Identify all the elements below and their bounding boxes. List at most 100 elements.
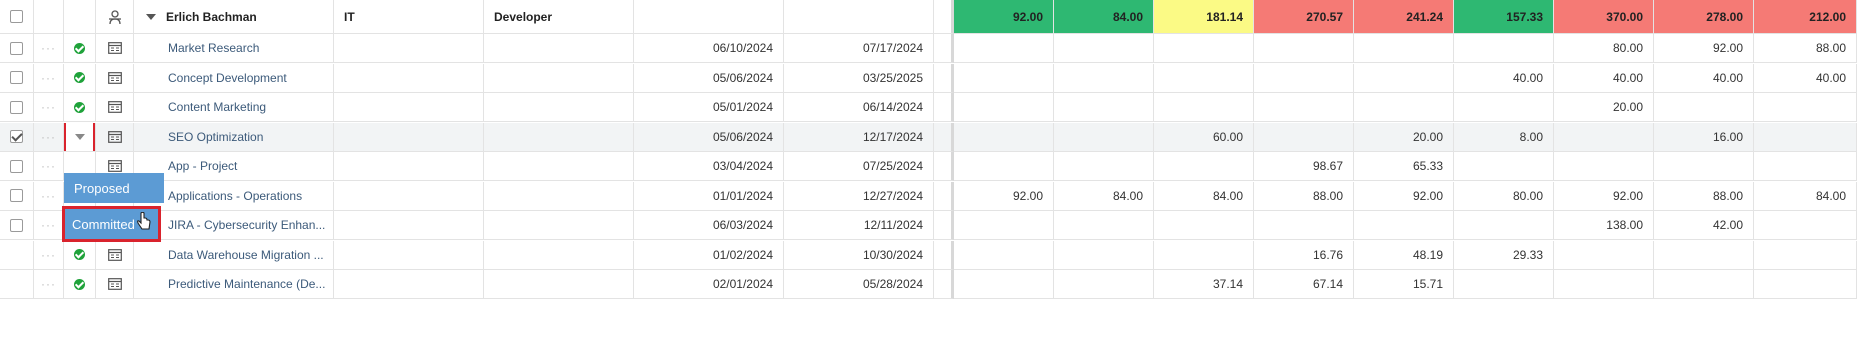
allocation-cell[interactable]: 16.76 xyxy=(1254,240,1354,270)
splitter[interactable] xyxy=(934,240,954,270)
allocation-cell[interactable]: 138.00 xyxy=(1554,211,1654,240)
allocation-cell[interactable]: 20.00 xyxy=(1354,122,1454,152)
table-row[interactable]: ··· App - Project 03/04/2024 07/25/2024 … xyxy=(0,152,1857,181)
allocation-cell[interactable] xyxy=(1254,34,1354,63)
allocation-cell[interactable] xyxy=(954,152,1054,181)
project-icon-cell[interactable] xyxy=(96,270,134,299)
allocation-cell[interactable]: 40.00 xyxy=(1754,63,1857,93)
splitter[interactable] xyxy=(934,181,954,211)
allocation-cell[interactable] xyxy=(1754,211,1857,240)
row-menu-dots[interactable]: ··· xyxy=(34,122,64,152)
row-menu-dots[interactable]: ··· xyxy=(34,211,64,240)
row-menu-dots[interactable]: ··· xyxy=(34,34,64,63)
project-card-icon[interactable] xyxy=(107,248,122,261)
allocation-cell[interactable] xyxy=(1754,122,1857,152)
allocation-cell[interactable] xyxy=(1054,211,1154,240)
project-card-icon[interactable] xyxy=(107,160,122,172)
allocation-cell[interactable] xyxy=(1454,211,1554,240)
status-cell[interactable] xyxy=(64,240,96,270)
allocation-cell[interactable]: 65.33 xyxy=(1354,152,1454,181)
project-card-icon[interactable] xyxy=(107,42,122,54)
allocation-cell[interactable] xyxy=(1254,63,1354,93)
project-icon-cell[interactable] xyxy=(96,240,134,270)
row-menu-dots[interactable]: ··· xyxy=(34,152,64,181)
allocation-cell[interactable]: 67.14 xyxy=(1254,270,1354,299)
committed-check-icon[interactable] xyxy=(74,42,85,54)
menu-item-proposed[interactable]: Proposed xyxy=(64,173,164,203)
allocation-cell[interactable]: 98.67 xyxy=(1254,152,1354,181)
allocation-cell[interactable]: 92.00 xyxy=(1354,181,1454,211)
committed-check-icon[interactable] xyxy=(74,101,85,113)
project-icon-cell[interactable] xyxy=(96,122,134,152)
project-name[interactable]: Applications - Operations xyxy=(134,181,334,211)
committed-check-icon[interactable] xyxy=(74,249,85,260)
splitter[interactable] xyxy=(934,93,954,122)
project-name[interactable]: Market Research xyxy=(134,34,334,63)
allocation-cell[interactable] xyxy=(954,34,1054,63)
allocation-cell[interactable] xyxy=(954,63,1054,93)
allocation-cell[interactable]: 40.00 xyxy=(1454,63,1554,93)
allocation-cell[interactable] xyxy=(1054,63,1154,93)
allocation-cell[interactable] xyxy=(1554,152,1654,181)
allocation-cell[interactable] xyxy=(1054,152,1154,181)
row-select-cell[interactable] xyxy=(0,240,34,270)
allocation-cell[interactable] xyxy=(1154,240,1254,270)
row-menu-dots[interactable]: ··· xyxy=(34,270,64,299)
row-checkbox[interactable] xyxy=(10,41,23,55)
allocation-cell[interactable] xyxy=(954,122,1054,152)
allocation-cell[interactable] xyxy=(1554,240,1654,270)
status-cell[interactable] xyxy=(64,122,96,152)
allocation-cell[interactable]: 84.00 xyxy=(1054,181,1154,211)
row-checkbox[interactable] xyxy=(10,100,23,114)
allocation-cell[interactable] xyxy=(1754,240,1857,270)
header-name-cell[interactable]: Erlich Bachman xyxy=(134,0,334,34)
splitter[interactable] xyxy=(934,152,954,181)
allocation-cell[interactable]: 88.00 xyxy=(1654,181,1754,211)
allocation-cell[interactable]: 88.00 xyxy=(1754,34,1857,63)
allocation-cell[interactable]: 8.00 xyxy=(1454,122,1554,152)
row-select-cell[interactable] xyxy=(0,34,34,63)
allocation-cell[interactable] xyxy=(1454,34,1554,63)
splitter[interactable] xyxy=(934,122,954,152)
allocation-cell[interactable] xyxy=(1654,93,1754,122)
row-select-cell[interactable] xyxy=(0,152,34,181)
project-icon-cell[interactable] xyxy=(96,34,134,63)
row-select-cell[interactable] xyxy=(0,122,34,152)
allocation-cell[interactable] xyxy=(1754,152,1857,181)
allocation-cell[interactable]: 40.00 xyxy=(1554,63,1654,93)
status-cell[interactable] xyxy=(64,93,96,122)
allocation-cell[interactable]: 60.00 xyxy=(1154,122,1254,152)
allocation-cell[interactable]: 20.00 xyxy=(1554,93,1654,122)
row-checkbox[interactable] xyxy=(10,189,23,202)
project-icon-cell[interactable] xyxy=(96,93,134,122)
allocation-cell[interactable]: 80.00 xyxy=(1454,181,1554,211)
allocation-cell[interactable] xyxy=(1754,270,1857,299)
status-cell[interactable] xyxy=(64,270,96,299)
row-checkbox[interactable] xyxy=(10,218,23,232)
allocation-cell[interactable]: 40.00 xyxy=(1654,63,1754,93)
status-cell[interactable] xyxy=(64,63,96,93)
project-card-icon[interactable] xyxy=(107,130,122,143)
project-card-icon[interactable] xyxy=(107,278,122,290)
allocation-cell[interactable] xyxy=(1154,63,1254,93)
splitter[interactable] xyxy=(934,63,954,93)
allocation-cell[interactable] xyxy=(1354,34,1454,63)
select-all-checkbox[interactable] xyxy=(10,10,23,23)
row-checkbox[interactable] xyxy=(10,159,23,173)
project-name[interactable]: Data Warehouse Migration ... xyxy=(134,240,334,270)
allocation-cell[interactable]: 16.00 xyxy=(1654,122,1754,152)
splitter[interactable] xyxy=(934,270,954,299)
project-name[interactable]: SEO Optimization xyxy=(134,122,334,152)
project-name[interactable]: Concept Development xyxy=(134,63,334,93)
allocation-cell[interactable] xyxy=(1154,211,1254,240)
allocation-cell[interactable]: 92.00 xyxy=(954,181,1054,211)
allocation-cell[interactable]: 37.14 xyxy=(1154,270,1254,299)
allocation-cell[interactable] xyxy=(1754,93,1857,122)
table-row[interactable]: ··· SEO Optimization 05/06/2024 12/17/20… xyxy=(0,122,1857,152)
allocation-cell[interactable] xyxy=(1354,63,1454,93)
allocation-cell[interactable] xyxy=(1054,122,1154,152)
allocation-cell[interactable] xyxy=(1254,122,1354,152)
allocation-cell[interactable] xyxy=(1254,93,1354,122)
row-menu-dots[interactable]: ··· xyxy=(34,240,64,270)
allocation-cell[interactable] xyxy=(1154,152,1254,181)
